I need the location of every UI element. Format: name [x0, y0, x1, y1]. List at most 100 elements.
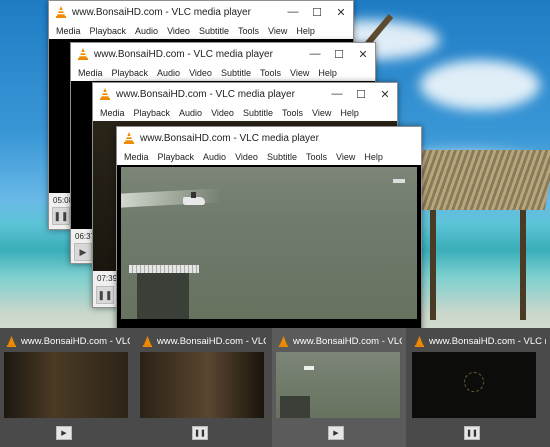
- menu-audio[interactable]: Audio: [153, 68, 185, 78]
- hut-post: [430, 210, 436, 320]
- menu-bar: Media Playback Audio Video Subtitle Tool…: [71, 65, 375, 81]
- menu-subtitle[interactable]: Subtitle: [263, 152, 302, 162]
- menu-playback[interactable]: Playback: [130, 108, 176, 118]
- menu-media[interactable]: Media: [52, 26, 86, 36]
- play-button[interactable]: ▶: [74, 243, 92, 261]
- thumbnail-title: www.BonsaiHD.com - VLC me...: [21, 335, 130, 347]
- menu-media[interactable]: Media: [96, 108, 130, 118]
- menu-video[interactable]: Video: [163, 26, 195, 36]
- taskbar-preview-strip: www.BonsaiHD.com - VLC me... ▶ www.Bonsa…: [0, 328, 550, 447]
- menu-view[interactable]: View: [332, 152, 360, 162]
- taskbar-thumbnail-3[interactable]: www.BonsaiHD.com - VLC me... ▶: [272, 328, 406, 447]
- window-titlebar[interactable]: www.BonsaiHD.com - VLC media player — ☐ …: [71, 43, 375, 65]
- taskbar-thumbnail-1[interactable]: www.BonsaiHD.com - VLC me... ▶: [0, 328, 134, 447]
- menu-help[interactable]: Help: [314, 68, 342, 78]
- speedboat: [183, 197, 205, 205]
- menu-video[interactable]: Video: [185, 68, 217, 78]
- menu-tools[interactable]: Tools: [302, 152, 332, 162]
- thumbnail-title: www.BonsaiHD.com - VLC me...: [429, 335, 546, 347]
- thumbnail-play-button[interactable]: ▶: [56, 426, 72, 440]
- menu-bar: Media Playback Audio Video Subtitle Tool…: [49, 23, 353, 39]
- menu-audio[interactable]: Audio: [131, 26, 163, 36]
- play-icon: ▶: [79, 246, 87, 257]
- thumbnail-preview: [140, 352, 264, 418]
- menu-media[interactable]: Media: [74, 68, 108, 78]
- pause-icon: ❚❚: [53, 210, 69, 221]
- menu-media[interactable]: Media: [120, 152, 154, 162]
- maximize-button[interactable]: ☐: [349, 88, 373, 101]
- window-title: www.BonsaiHD.com - VLC media player: [72, 6, 251, 18]
- menu-help[interactable]: Help: [360, 152, 388, 162]
- window-titlebar[interactable]: www.BonsaiHD.com - VLC media player — ☐ …: [93, 83, 397, 105]
- minimize-button[interactable]: —: [281, 6, 305, 19]
- menu-tools[interactable]: Tools: [256, 68, 286, 78]
- menu-playback[interactable]: Playback: [86, 26, 132, 36]
- menu-subtitle[interactable]: Subtitle: [217, 68, 256, 78]
- thumbnail-title: www.BonsaiHD.com - VLC me...: [157, 335, 266, 347]
- menu-help[interactable]: Help: [336, 108, 364, 118]
- menu-playback[interactable]: Playback: [108, 68, 154, 78]
- play-icon: ▶: [61, 430, 67, 437]
- vlc-cone-icon: [124, 132, 134, 144]
- menu-tools[interactable]: Tools: [234, 26, 264, 36]
- menu-audio[interactable]: Audio: [199, 152, 231, 162]
- window-title: www.BonsaiHD.com - VLC media player: [94, 48, 273, 60]
- hut-post: [520, 210, 526, 320]
- menu-subtitle[interactable]: Subtitle: [195, 26, 234, 36]
- distant-boat: [393, 179, 405, 183]
- window-titlebar[interactable]: www.BonsaiHD.com - VLC media player — ☐ …: [49, 1, 353, 23]
- thumbnail-preview: [4, 352, 128, 418]
- thumbnail-pause-button[interactable]: ❚❚: [192, 426, 208, 440]
- boat-scene: [121, 167, 417, 319]
- vlc-cone-icon: [78, 48, 88, 60]
- elapsed-time: 07:39: [97, 274, 118, 283]
- minimize-button[interactable]: —: [303, 48, 327, 61]
- vlc-cone-icon: [414, 335, 425, 347]
- menu-view[interactable]: View: [308, 108, 336, 118]
- vlc-cone-icon: [56, 6, 66, 18]
- boat-rider: [191, 192, 196, 198]
- vlc-cone-icon: [142, 335, 153, 347]
- thumbnail-title: www.BonsaiHD.com - VLC me...: [293, 335, 402, 347]
- thumbnail-preview: [412, 352, 536, 418]
- pause-icon: ❚❚: [194, 430, 206, 437]
- menu-bar: Media Playback Audio Video Subtitle Tool…: [117, 149, 421, 165]
- vlc-cone-icon: [6, 335, 17, 347]
- close-button[interactable]: ✕: [329, 6, 353, 19]
- window-title: www.BonsaiHD.com - VLC media player: [140, 132, 319, 144]
- menu-video[interactable]: Video: [207, 108, 239, 118]
- taskbar-thumbnail-2[interactable]: www.BonsaiHD.com - VLC me... ❚❚: [136, 328, 270, 447]
- window-title: www.BonsaiHD.com - VLC media player: [116, 88, 295, 100]
- menu-tools[interactable]: Tools: [278, 108, 308, 118]
- maximize-button[interactable]: ☐: [305, 6, 329, 19]
- close-button[interactable]: ✕: [351, 48, 375, 61]
- thumbnail-pause-button[interactable]: ❚❚: [464, 426, 480, 440]
- menu-playback[interactable]: Playback: [154, 152, 200, 162]
- pause-button[interactable]: ❚❚: [52, 207, 70, 225]
- pier-structure: [137, 273, 189, 319]
- boat-wake: [121, 188, 221, 208]
- video-area[interactable]: [117, 165, 421, 331]
- vlc-window-4[interactable]: www.BonsaiHD.com - VLC media player Medi…: [116, 126, 422, 332]
- pier-railing: [129, 265, 199, 273]
- menu-help[interactable]: Help: [292, 26, 320, 36]
- maximize-button[interactable]: ☐: [327, 48, 351, 61]
- thumbnail-preview: [276, 352, 400, 418]
- vlc-cone-icon: [100, 88, 110, 100]
- taskbar-thumbnail-4[interactable]: www.BonsaiHD.com - VLC me... ❚❚: [408, 328, 550, 447]
- menu-view[interactable]: View: [286, 68, 314, 78]
- menu-subtitle[interactable]: Subtitle: [239, 108, 278, 118]
- menu-bar: Media Playback Audio Video Subtitle Tool…: [93, 105, 397, 121]
- close-button[interactable]: ✕: [373, 88, 397, 101]
- play-icon: ▶: [333, 430, 339, 437]
- menu-view[interactable]: View: [264, 26, 292, 36]
- vlc-cone-icon: [278, 335, 289, 347]
- pause-icon: ❚❚: [466, 430, 478, 437]
- menu-video[interactable]: Video: [231, 152, 263, 162]
- window-titlebar[interactable]: www.BonsaiHD.com - VLC media player: [117, 127, 421, 149]
- menu-audio[interactable]: Audio: [175, 108, 207, 118]
- minimize-button[interactable]: —: [325, 88, 349, 101]
- thumbnail-play-button[interactable]: ▶: [328, 426, 344, 440]
- pause-icon: ❚❚: [97, 289, 113, 300]
- pause-button[interactable]: ❚❚: [96, 286, 114, 304]
